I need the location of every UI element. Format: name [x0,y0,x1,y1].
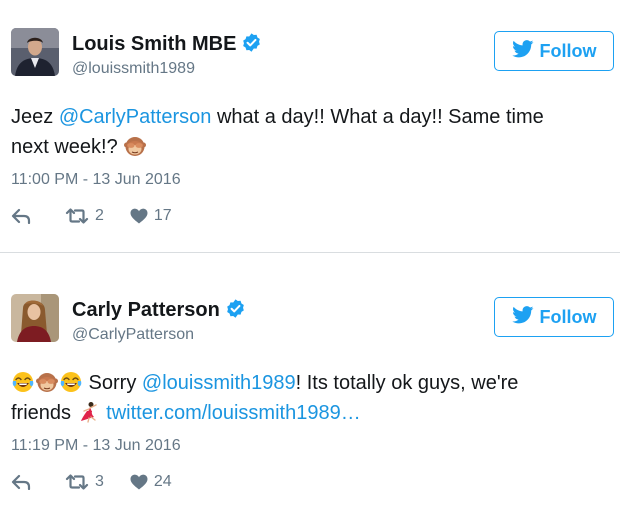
reply-icon [11,208,31,224]
like-button[interactable]: 17 [130,207,172,225]
verified-badge-icon [241,32,262,59]
verified-badge-icon [225,298,246,325]
author-name[interactable]: Louis Smith MBE [72,32,262,59]
avatar[interactable] [11,28,59,76]
author-name-text[interactable]: Louis Smith MBE [72,33,236,55]
author-name-text[interactable]: Carly Patterson [72,299,220,321]
heart-icon [130,474,148,490]
tweet-text-line2: next week!? [11,136,124,158]
see-no-evil-monkey-icon [124,135,147,157]
follow-label: Follow [539,40,597,61]
author-handle[interactable]: @louissmith1989 [72,60,195,78]
tweet-text-line1: ! Its totally ok guys, we're [295,372,519,394]
tweet-text-line2: friends [11,402,77,424]
retweet-count: 3 [95,473,104,490]
tweet-card: Carly Patterson @CarlyPatterson Follow S… [0,266,620,520]
dancer-icon [78,401,100,423]
external-link[interactable]: twitter.com/louissmith1989… [101,402,361,424]
bird-icon [511,39,534,63]
see-no-evil-monkey-icon [36,371,58,393]
tears-of-joy-icon [60,371,82,393]
tweet-text-prefix: Sorry [83,372,142,394]
follow-button[interactable]: Follow [494,297,614,337]
reply-button[interactable] [11,474,37,490]
follow-label: Follow [539,306,597,327]
like-count: 17 [153,207,172,224]
heart-icon [130,208,148,224]
retweet-button[interactable]: 2 [65,207,104,225]
tweet-text-line1: what a day!! What a day!! Same time [211,106,544,128]
divider [0,252,620,253]
like-button[interactable]: 24 [130,473,172,491]
author-handle[interactable]: @CarlyPatterson [72,326,194,344]
author-name[interactable]: Carly Patterson [72,298,246,325]
reply-icon [11,474,31,490]
retweet-button[interactable]: 3 [65,473,104,491]
avatar[interactable] [11,294,59,342]
tweet-actions: 3 24 [11,472,172,492]
reply-button[interactable] [11,208,37,224]
retweet-icon [65,208,89,224]
tweet-timestamp[interactable]: 11:00 PM - 13 Jun 2016 [11,171,181,189]
tweet-text: Jeez @CarlyPatterson what a day!! What a… [11,102,611,162]
tears-of-joy-icon [12,371,34,393]
mention-link[interactable]: @CarlyPatterson [59,106,212,128]
like-count: 24 [153,473,172,490]
tweet-timestamp[interactable]: 11:19 PM - 13 Jun 2016 [11,437,181,455]
tweet-actions: 2 17 [11,206,172,226]
tweet-text: Sorry @louissmith1989! Its totally ok gu… [11,368,611,428]
bird-icon [511,305,534,329]
tweet-text-prefix: Jeez [11,106,59,128]
retweet-count: 2 [95,207,104,224]
tweet-card: Louis Smith MBE @louissmith1989 Follow J… [0,0,620,252]
retweet-icon [65,474,89,490]
mention-link[interactable]: @louissmith1989 [142,372,296,394]
follow-button[interactable]: Follow [494,31,614,71]
